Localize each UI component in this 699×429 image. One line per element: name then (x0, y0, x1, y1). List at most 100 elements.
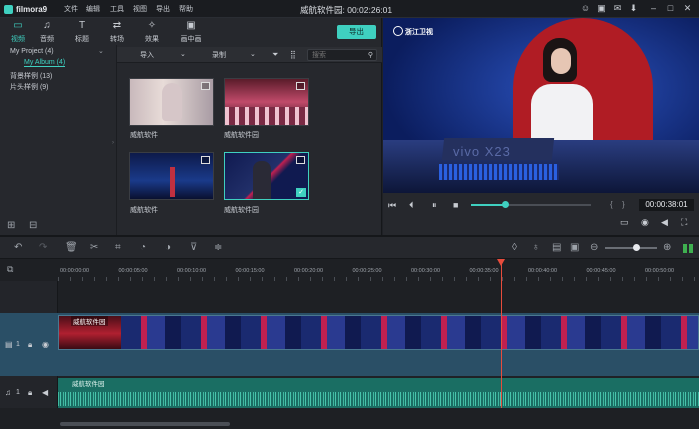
speed-icon[interactable]: ◔ (140, 242, 146, 253)
mail-icon[interactable]: ✉ (612, 3, 623, 14)
prev-frame-icon[interactable]: ⏮ (388, 200, 396, 211)
media-thumb-1[interactable] (129, 78, 214, 126)
menu-help[interactable]: 帮助 (179, 4, 193, 14)
zoom-in-icon[interactable]: ⊕ (663, 242, 671, 253)
marker-icon[interactable]: ◊ (512, 242, 517, 253)
screen-icon[interactable]: ▭ (620, 217, 629, 228)
media-thumb-2[interactable] (224, 78, 309, 126)
download-icon[interactable]: ⬇ (628, 3, 639, 14)
pip-tool-icon[interactable]: ▣ (570, 242, 579, 253)
preview-timecode: 00:00:38:01 (639, 199, 694, 211)
thumb-figure (170, 167, 175, 197)
search-icon[interactable]: ⚲ (368, 51, 373, 59)
playhead[interactable] (497, 259, 505, 408)
search-input[interactable] (308, 50, 364, 61)
zoom-out-icon[interactable]: ⊖ (590, 242, 598, 253)
text-icon: T (78, 20, 86, 31)
collapse-handle-icon[interactable]: › (112, 140, 114, 146)
audio-clip-label: 威航软件园 (72, 381, 105, 388)
app-logo: filmora9 (4, 3, 47, 15)
delete-folder-icon[interactable]: ⊟ (29, 220, 37, 231)
sidebar-item-album[interactable]: My Album (4) (24, 59, 66, 67)
media-caption: 威航软件 (130, 132, 158, 139)
preview-lights (439, 164, 559, 180)
speaker-icon[interactable]: ◀ (42, 388, 48, 397)
ruler-tick-label: 00:00:25:00 (352, 268, 382, 274)
zoom-knob[interactable] (633, 244, 640, 251)
cut-icon[interactable]: ✂ (90, 242, 98, 253)
adjust-icon[interactable]: ≑ (214, 242, 222, 253)
tab-pip[interactable]: ▣ 画中画 (173, 20, 209, 48)
minimize-icon[interactable]: – (648, 3, 659, 14)
app-name: filmora9 (16, 4, 48, 14)
film-icon (296, 82, 305, 90)
chevron-down-icon[interactable]: ⌄ (98, 47, 104, 55)
mixer-icon[interactable]: ▤ (552, 242, 561, 253)
fullscreen-icon[interactable]: ⛶ (681, 217, 687, 228)
crop-icon[interactable]: ⌗ (115, 242, 121, 253)
ruler-tick-label: 00:00:15:00 (235, 268, 265, 274)
record-dropdown[interactable]: 录制 (212, 50, 226, 60)
scrollbar-thumb[interactable] (60, 422, 230, 426)
sidebar-item-backgrounds[interactable]: 背景样例 (13) (10, 71, 52, 81)
menu-tools[interactable]: 工具 (110, 4, 124, 14)
tab-titles[interactable]: T 标题 (64, 20, 100, 48)
menu-edit[interactable]: 编辑 (86, 4, 100, 14)
zoom-slider[interactable] (605, 244, 657, 251)
audio-waveform (58, 392, 699, 406)
user-icon[interactable]: ☺ (580, 3, 591, 14)
preview-window: vivo X23 浙江卫视 (383, 18, 699, 193)
sidebar-item-intros[interactable]: 片头样例 (9) (10, 82, 49, 92)
color-icon[interactable]: ◑ (165, 242, 171, 253)
add-track-icon[interactable]: ⧉ (7, 264, 13, 275)
tab-transition[interactable]: ⇄ 转场 (99, 20, 135, 48)
audio-clip[interactable]: 威航软件园 (58, 378, 699, 408)
ruler-tick-label: 00:00:00:00 (60, 268, 90, 274)
tab-effects[interactable]: ✧ 效果 (134, 20, 170, 48)
undo-icon[interactable]: ↶ (14, 242, 22, 253)
mark-out-icon[interactable]: } (622, 200, 625, 209)
menu-file[interactable]: 文件 (64, 4, 78, 14)
video-clip-frames (121, 316, 698, 349)
timeline-scrollbar[interactable] (0, 408, 699, 429)
export-button[interactable]: 导出 (337, 25, 376, 39)
video-track-icon: ▤ (5, 340, 13, 349)
pause-icon[interactable]: ⏸ (432, 200, 437, 211)
lock-icon[interactable]: 🔒︎ (28, 340, 32, 350)
media-thumb-4[interactable]: ✓ (224, 152, 309, 200)
delete-icon[interactable]: 🗑 (65, 242, 78, 253)
grid-view-icon[interactable]: ⣿ (290, 50, 296, 59)
thumb-stage (225, 107, 308, 125)
ruler-tick-label: 00:00:40:00 (528, 268, 558, 274)
film-icon (296, 156, 305, 164)
new-folder-icon[interactable]: ⊞ (7, 220, 15, 231)
save-icon[interactable]: ▣ (596, 3, 607, 14)
search-box[interactable]: ⚲ (307, 49, 377, 61)
empty-track-area (58, 281, 699, 313)
snapshot-icon[interactable]: ◉ (641, 217, 649, 228)
play-back-icon[interactable]: ⏴ (409, 200, 414, 211)
window-title: 威航软件园: 00:02:26:01 (300, 5, 393, 15)
media-thumb-3[interactable] (129, 152, 214, 200)
detach-audio-icon[interactable]: ⊽ (190, 242, 197, 253)
preview-progress-track[interactable] (471, 201, 591, 208)
close-icon[interactable]: ✕ (682, 3, 693, 14)
volume-icon[interactable]: ◀ (661, 217, 668, 228)
lock-icon[interactable]: 🔒︎ (28, 388, 32, 398)
tab-audio[interactable]: ♫ 音频 (29, 20, 65, 48)
import-dropdown[interactable]: 导入 (140, 50, 154, 60)
redo-icon[interactable]: ↷ (39, 242, 47, 253)
sidebar-item-project[interactable]: My Project (4) (10, 48, 54, 55)
preview-face (551, 48, 571, 74)
eye-icon[interactable]: ◉ (42, 340, 49, 349)
preview-progress-knob[interactable] (501, 201, 509, 208)
maximize-icon[interactable]: □ (665, 3, 676, 14)
playhead-handle[interactable] (497, 259, 505, 266)
filter-icon[interactable]: ⏷ (272, 50, 278, 60)
video-clip[interactable]: 威航软件园 (58, 315, 699, 350)
mic-icon[interactable]: ♁ (532, 242, 540, 253)
menu-view[interactable]: 视图 (133, 4, 147, 14)
menu-export[interactable]: 导出 (156, 4, 170, 14)
mark-in-icon[interactable]: { (610, 200, 613, 209)
stop-icon[interactable]: ■ (453, 200, 458, 210)
